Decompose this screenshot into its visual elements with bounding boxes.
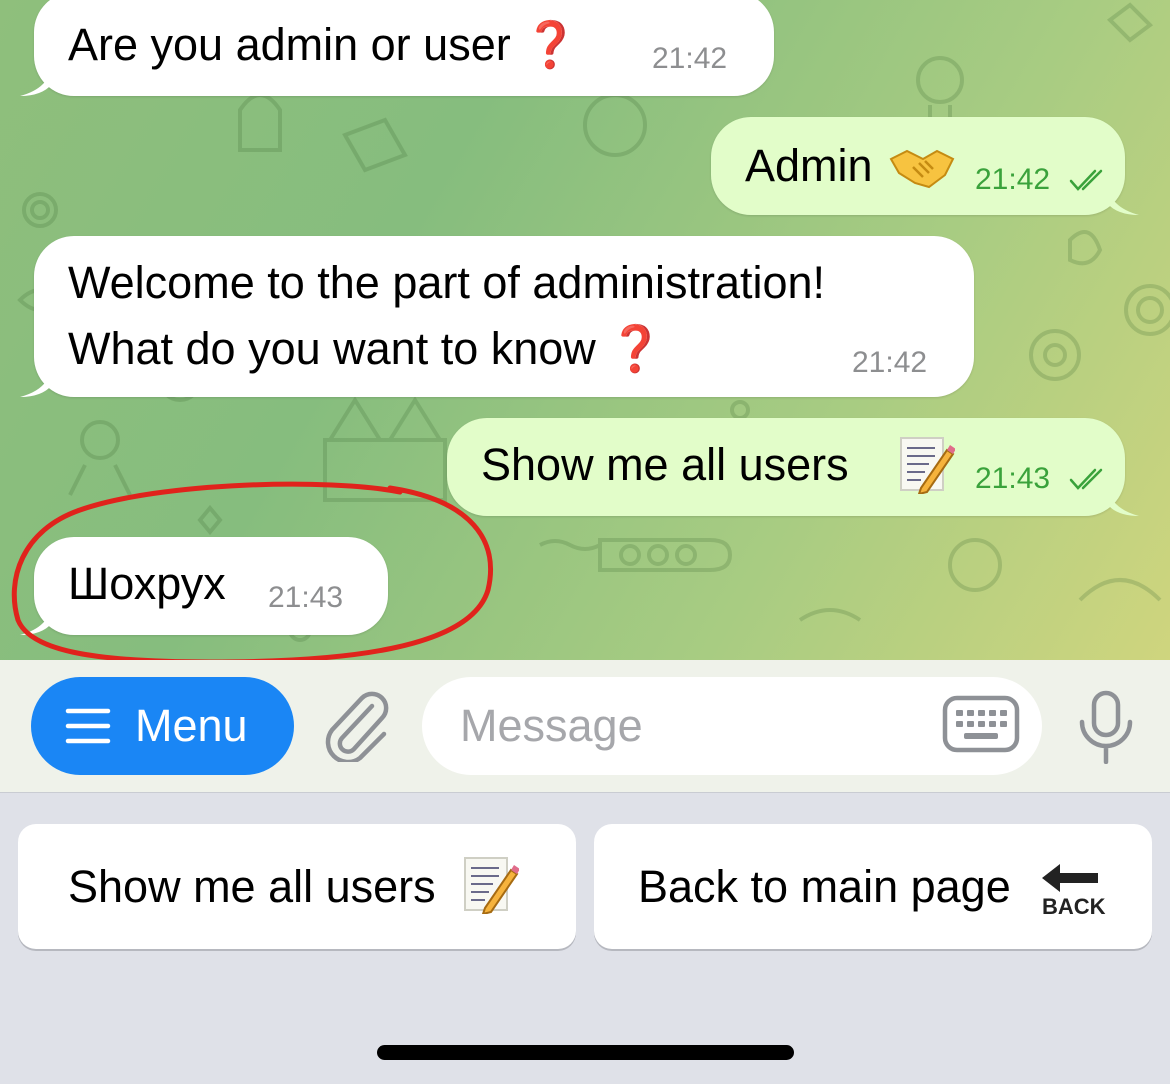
outgoing-message[interactable]: Show me all users 21:43 — [447, 418, 1139, 516]
show-all-users-button[interactable]: Show me all users — [18, 824, 576, 949]
message-text: Admin — [745, 140, 873, 191]
microphone-icon[interactable] — [1074, 690, 1138, 764]
question-mark-emoji: ❓ — [607, 323, 664, 374]
bubble-tail — [20, 64, 52, 96]
read-checkmarks-icon — [1069, 169, 1103, 191]
message-field[interactable] — [422, 677, 1042, 775]
keyboard-toggle-icon[interactable] — [942, 695, 1020, 753]
message-time: 21:43 — [975, 462, 1051, 495]
incoming-message[interactable]: Welcome to the part of administration! W… — [20, 236, 974, 397]
bubble-tail — [1107, 484, 1139, 516]
message-text-line1: Welcome to the part of administration! — [68, 257, 826, 308]
incoming-message[interactable]: Are you admin or user ❓ 21:42 — [20, 0, 774, 96]
menu-button-label: Menu — [135, 700, 248, 751]
memo-emoji-icon — [900, 437, 955, 494]
message-time: 21:42 — [852, 346, 928, 379]
message-input[interactable] — [460, 699, 920, 753]
back-emoji-text: BACK — [1042, 894, 1106, 919]
menu-button[interactable]: Menu — [31, 677, 294, 775]
question-mark-emoji: ❓ — [522, 19, 579, 70]
highlight-annotation-circle — [11, 481, 494, 660]
message-text: Are you admin or user — [68, 19, 511, 70]
paperclip-attach-icon[interactable] — [322, 690, 392, 762]
read-checkmarks-icon — [1069, 468, 1103, 490]
message-text-line2: What do you want to know — [68, 323, 596, 374]
handshake-emoji-icon — [889, 149, 955, 189]
bubble-tail — [20, 365, 52, 397]
bubble-tail — [1107, 183, 1139, 215]
back-to-main-page-button[interactable]: Back to main page BACK — [594, 824, 1152, 949]
outgoing-message[interactable]: Admin 21:42 — [711, 117, 1139, 215]
hamburger-menu-icon — [65, 708, 111, 744]
chat-area[interactable]: Are you admin or user ❓ 21:42 Admin 21:42… — [0, 0, 1170, 660]
bot-reply-keyboard: Show me all users Back to main page BACK — [0, 794, 1170, 1084]
message-text: Show me all users — [481, 439, 849, 490]
memo-emoji-icon — [464, 857, 519, 914]
message-input-bar: Menu — [0, 660, 1170, 793]
button-label: Show me all users — [68, 861, 436, 912]
message-time: 21:42 — [975, 163, 1051, 196]
home-indicator — [377, 1045, 794, 1060]
button-label: Back to main page — [638, 861, 1011, 912]
message-time: 21:42 — [652, 42, 728, 75]
